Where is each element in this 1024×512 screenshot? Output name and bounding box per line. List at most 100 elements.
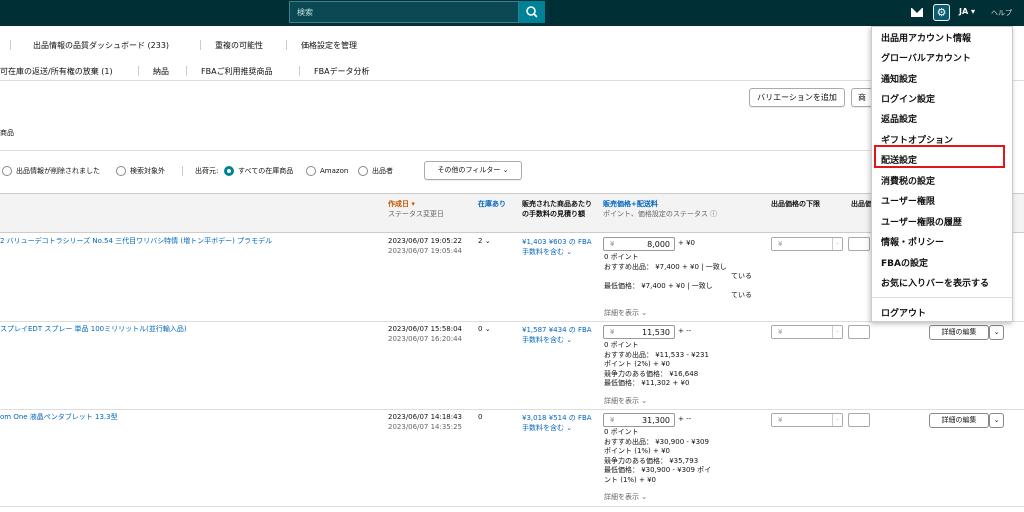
- search-input[interactable]: 検索: [289, 1, 519, 23]
- stock-count[interactable]: 0 ⌄: [478, 325, 491, 335]
- menu-item-permission-history[interactable]: ユーザー権限の履歴: [881, 215, 962, 228]
- points-line: 0 ポイント: [604, 341, 639, 349]
- nav-pricing[interactable]: 価格設定を管理: [301, 40, 357, 51]
- nav-divider: [10, 40, 11, 50]
- max-price-input[interactable]: [848, 237, 870, 251]
- price-value: 8,000: [647, 240, 670, 249]
- highlight-box: [874, 145, 1005, 168]
- price-input[interactable]: ¥31,300: [603, 413, 675, 427]
- menu-item-favorites-bar[interactable]: お気に入りバーを表示する: [881, 276, 989, 289]
- points-percent-line: ポイント (2%) + ¥0: [604, 360, 671, 368]
- radio-amazon[interactable]: [306, 166, 316, 176]
- max-price-input[interactable]: [848, 325, 870, 339]
- min-price-input[interactable]: ¥ -: [771, 325, 843, 339]
- col-created-date[interactable]: 作成日 ▾: [388, 199, 415, 209]
- status-date: 2023/06/07 19:05:44: [388, 247, 463, 255]
- min-price-input[interactable]: ¥ -: [771, 413, 843, 427]
- nav-divider: [138, 66, 139, 76]
- product-title-link[interactable]: 2 バリューデコトラシリーズ No.54 三代目ワリバシ特情 (増トン平ボデー)…: [0, 236, 272, 246]
- lowest-price-line: 最低価格： ¥7,400 + ¥0 | 一致し: [604, 281, 713, 290]
- featured-offer-line: おすすめ出品： ¥11,533 - ¥231: [604, 350, 709, 359]
- competitive-price-line: 競争力のある価格： ¥35,793: [604, 456, 699, 465]
- top-navigation-bar: 検索 ⚙ JA ▾ ヘルプ: [0, 0, 1024, 26]
- edit-details-button[interactable]: 詳細の編集: [929, 413, 989, 428]
- filter-amazon-label: Amazon: [320, 167, 349, 175]
- menu-item-account-info[interactable]: 出品用アカウント情報: [881, 31, 971, 44]
- col-in-stock[interactable]: 在庫あり: [478, 199, 506, 209]
- chevron-down-icon: ⌄: [993, 328, 1000, 336]
- menu-item-return-settings[interactable]: 返品設定: [881, 112, 917, 125]
- menu-item-info-policies[interactable]: 情報・ポリシー: [881, 235, 944, 248]
- lowest-price-line-cont: ント (1%) + ¥0: [604, 475, 657, 484]
- row-divider: [0, 409, 1024, 410]
- add-variation-button[interactable]: バリエーションを追加: [749, 88, 845, 107]
- nav-fba-analytics[interactable]: FBAデータ分析: [314, 66, 370, 77]
- price-input[interactable]: ¥11,530: [603, 325, 675, 339]
- radio-seller[interactable]: [358, 166, 368, 176]
- show-details-link[interactable]: 詳細を表示 ⌄: [604, 493, 647, 503]
- nav-duplicates[interactable]: 重複の可能性: [215, 40, 263, 51]
- menu-item-notifications[interactable]: 通知設定: [881, 72, 917, 85]
- language-selector[interactable]: JA ▾: [959, 7, 975, 16]
- menu-item-user-permissions[interactable]: ユーザー権限: [881, 194, 935, 207]
- show-details-link[interactable]: 詳細を表示 ⌄: [604, 397, 647, 407]
- max-price-input[interactable]: [848, 413, 870, 427]
- fee-estimate-link[interactable]: ¥3,018 ¥514 の FBA手数料を含む ⌄: [522, 413, 592, 433]
- divider: [0, 150, 870, 151]
- col-min-price: 出品価格の下限: [771, 200, 820, 208]
- filter-amazon[interactable]: Amazon: [306, 166, 348, 176]
- edit-details-dropdown[interactable]: ⌄: [989, 413, 1004, 428]
- col-fee-estimate: 販売された商品あたりの手数料の見積り額: [522, 200, 592, 218]
- match-line: ている: [731, 291, 752, 299]
- other-filters-button[interactable]: その他のフィルター ⌄: [424, 161, 522, 180]
- add-product-button[interactable]: 商: [851, 88, 873, 107]
- filter-excluded[interactable]: 検索対象外: [116, 166, 165, 176]
- col-price-shipping[interactable]: 販売価格+配送料: [603, 199, 658, 209]
- status-date: 2023/06/07 14:35:25: [388, 423, 463, 431]
- filter-deleted[interactable]: 出品情報が削除されました: [2, 166, 100, 176]
- radio-deleted[interactable]: [2, 166, 12, 176]
- chevron-down-icon: ⌄: [993, 416, 1000, 424]
- stock-count[interactable]: 2 ⌄: [478, 237, 491, 247]
- fee-estimate-link[interactable]: ¥1,403 ¥603 の FBA手数料を含む ⌄: [522, 237, 592, 257]
- match-line: ている: [731, 272, 752, 280]
- radio-excluded[interactable]: [116, 166, 126, 176]
- col-status-changed[interactable]: ステータス変更日: [388, 209, 444, 219]
- menu-item-logout[interactable]: ログアウト: [881, 306, 926, 319]
- competitive-price-line: 競争力のある価格： ¥16,648: [604, 369, 699, 378]
- menu-item-fba-settings[interactable]: FBAの設定: [881, 256, 928, 269]
- nav-returns[interactable]: 可在庫の返送/所有権の放棄 (1): [0, 66, 113, 77]
- price-value: 31,300: [642, 416, 670, 425]
- filter-deleted-label: 出品情報が削除されました: [16, 167, 100, 175]
- show-details-link[interactable]: 詳細を表示 ⌄: [604, 309, 647, 319]
- filter-all-inventory[interactable]: すべての在庫商品: [224, 166, 293, 176]
- edit-details-dropdown[interactable]: ⌄: [989, 325, 1004, 340]
- featured-offer-line: おすすめ出品： ¥7,400 + ¥0 | 一致し: [604, 262, 727, 271]
- nav-shipments[interactable]: 納品: [153, 66, 169, 77]
- fee-estimate-link[interactable]: ¥1,587 ¥434 の FBA手数料を含む ⌄: [522, 325, 592, 345]
- menu-item-global-account[interactable]: グローバルアカウント: [881, 51, 971, 64]
- filter-seller[interactable]: 出品者: [358, 166, 393, 176]
- lowest-price-line: 最低価格： ¥11,302 + ¥0: [604, 379, 690, 387]
- filter-all-inventory-label: すべての在庫商品: [238, 167, 294, 175]
- settings-gear-button[interactable]: ⚙: [933, 4, 950, 21]
- nav-quality-dashboard[interactable]: 出品情報の品質ダッシュボード (233): [33, 40, 169, 51]
- product-title-link[interactable]: スプレイEDT スプレー 単品 100ミリリットル(並行輸入品): [0, 324, 187, 334]
- menu-item-tax-settings[interactable]: 消費税の設定: [881, 174, 935, 187]
- gear-icon: ⚙: [936, 6, 947, 19]
- nav-fba-recommendations[interactable]: FBAご利用推奨商品: [201, 66, 273, 77]
- menu-divider: [872, 297, 1012, 298]
- mail-icon[interactable]: [911, 8, 923, 17]
- edit-details-button[interactable]: 詳細の編集: [929, 325, 989, 340]
- price-input[interactable]: ¥8,000: [603, 237, 675, 251]
- settings-dropdown-menu: 出品用アカウント情報 グローバルアカウント 通知設定 ログイン設定 返品設定 ギ…: [871, 26, 1013, 322]
- product-title-link[interactable]: om One 液晶ペンタブレット 13.3型: [0, 412, 118, 422]
- search-button[interactable]: [519, 1, 545, 23]
- radio-all-inventory[interactable]: [224, 166, 234, 176]
- points-percent-line: ポイント (1%) + ¥0: [604, 447, 671, 455]
- stock-value: 2: [478, 237, 483, 245]
- min-price-input[interactable]: ¥ -: [771, 237, 843, 251]
- help-link[interactable]: ヘルプ: [991, 8, 1012, 18]
- chevron-down-icon: ⌄: [502, 166, 509, 174]
- menu-item-login-settings[interactable]: ログイン設定: [881, 92, 935, 105]
